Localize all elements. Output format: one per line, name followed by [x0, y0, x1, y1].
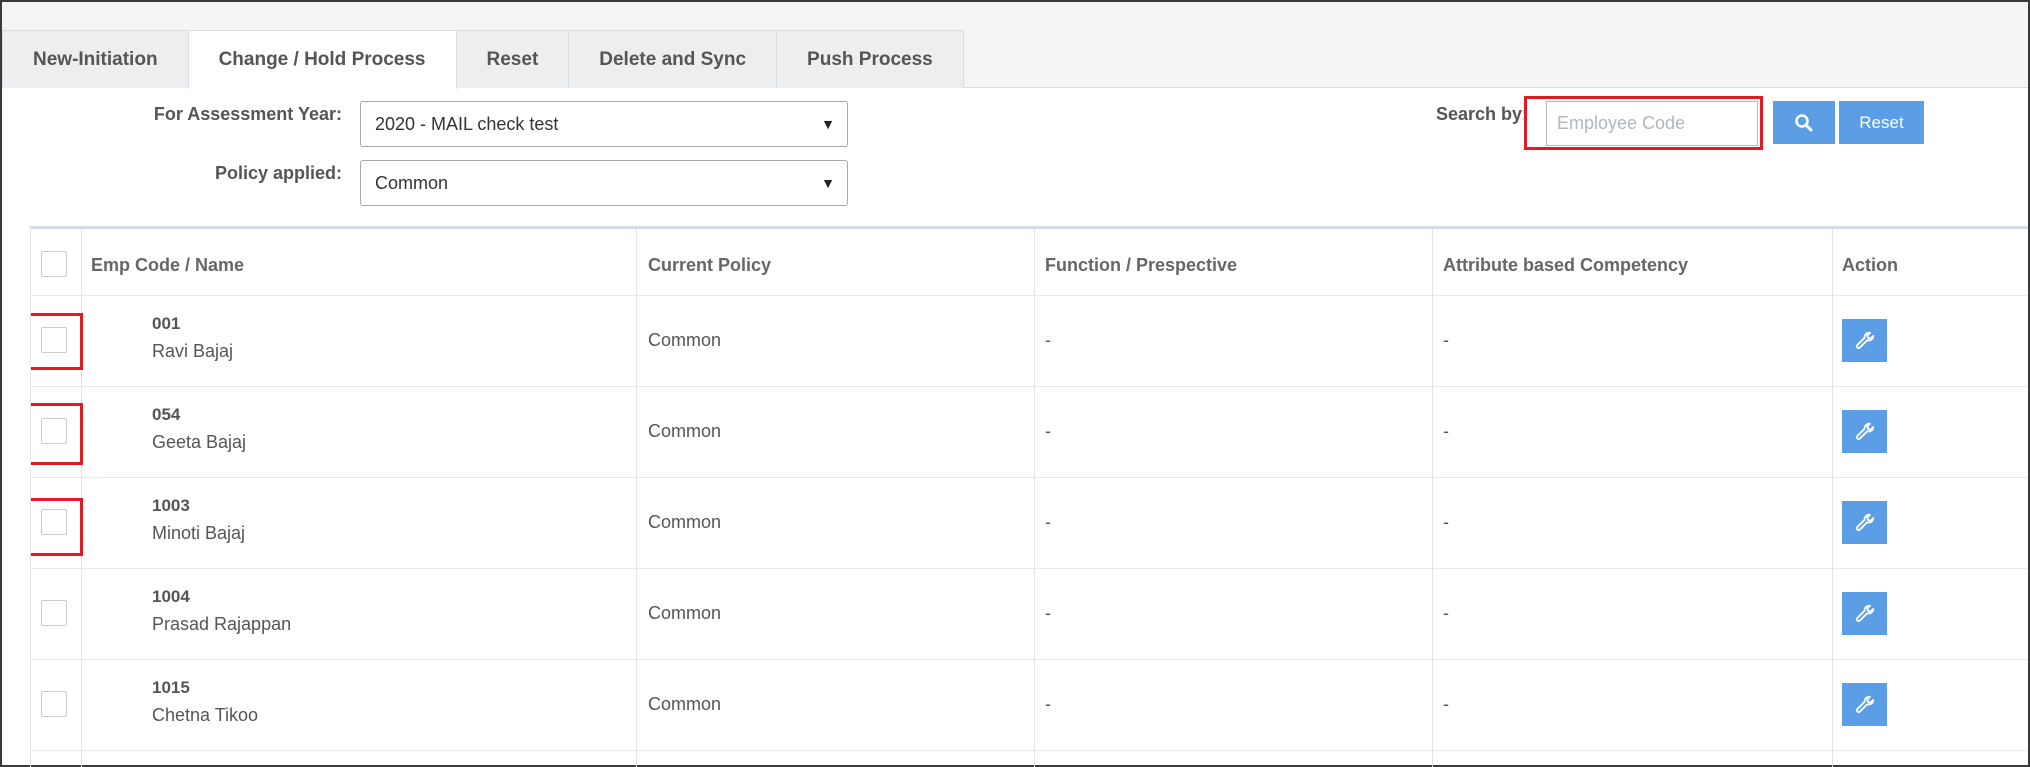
column-header-function-prespective: Function / Prespective — [1045, 255, 1238, 275]
function-prespective: - — [1045, 603, 1051, 623]
tab-new-initiation[interactable]: New-Initiation — [2, 30, 189, 88]
current-policy: Common — [648, 603, 722, 623]
function-prespective: - — [1045, 694, 1051, 714]
row-checkbox[interactable] — [41, 418, 67, 444]
row-action-button[interactable] — [1842, 683, 1887, 726]
row-action-button[interactable] — [1842, 501, 1887, 544]
emp-name: Geeta Bajaj — [152, 432, 247, 452]
column-header-current-policy: Current Policy — [648, 255, 772, 275]
attribute-competency: - — [1443, 330, 1449, 350]
current-policy: Common — [648, 512, 722, 532]
policy-applied-value: Common — [375, 172, 449, 193]
emp-code: 1004 — [152, 587, 190, 606]
reset-button[interactable]: Reset — [1839, 101, 1924, 144]
current-policy: Common — [648, 330, 722, 350]
column-header-attribute-competency: Attribute based Competency — [1443, 255, 1689, 275]
tab-change-hold-process[interactable]: Change / Hold Process — [187, 30, 457, 89]
row-checkbox[interactable] — [41, 691, 67, 717]
row-checkbox[interactable] — [41, 509, 67, 535]
search-button[interactable] — [1773, 101, 1835, 144]
column-header-emp-code-name: Emp Code / Name — [91, 255, 245, 275]
caret-down-icon: ▼ — [821, 175, 835, 191]
emp-code: 1003 — [152, 496, 190, 515]
row-action-button[interactable] — [1842, 410, 1887, 453]
attribute-competency: - — [1443, 421, 1449, 441]
row-action-button[interactable] — [1842, 592, 1887, 635]
employee-code-search-input[interactable] — [1546, 101, 1758, 146]
tab-reset[interactable]: Reset — [455, 30, 570, 88]
tab-bar: New-Initiation Change / Hold Process Res… — [2, 2, 2028, 89]
current-policy: Common — [648, 694, 722, 714]
employee-table: Emp Code / Name Current Policy Function … — [30, 226, 2028, 767]
emp-name: Ravi Bajaj — [152, 341, 234, 361]
emp-code: 1015 — [152, 678, 190, 697]
emp-code: 001 — [152, 314, 181, 333]
function-prespective: - — [1045, 512, 1051, 532]
row-checkbox[interactable] — [41, 327, 67, 353]
function-prespective: - — [1045, 330, 1051, 350]
wrench-icon — [1855, 695, 1874, 713]
row-action-button[interactable] — [1842, 319, 1887, 362]
wrench-icon — [1855, 331, 1874, 349]
policy-applied-select[interactable]: Common ▼ — [360, 160, 848, 206]
emp-code: 054 — [152, 405, 181, 424]
policy-applied-label: Policy applied: — [214, 163, 342, 183]
row-checkbox[interactable] — [41, 600, 67, 626]
column-header-action: Action — [1842, 255, 1898, 275]
attribute-competency: - — [1443, 603, 1449, 623]
tab-list: New-Initiation Change / Hold Process Res… — [2, 30, 964, 89]
caret-down-icon: ▼ — [821, 116, 835, 132]
assessment-year-select[interactable]: 2020 - MAIL check test ▼ — [360, 101, 848, 147]
emp-name: Minoti Bajaj — [152, 523, 246, 543]
current-policy: Common — [648, 421, 722, 441]
wrench-icon — [1855, 422, 1874, 440]
tab-delete-and-sync[interactable]: Delete and Sync — [568, 30, 778, 88]
attribute-competency: - — [1443, 512, 1449, 532]
attribute-competency: - — [1443, 694, 1449, 714]
assessment-year-label: For Assessment Year: — [153, 104, 342, 124]
app-frame: New-Initiation Change / Hold Process Res… — [0, 0, 2030, 767]
assessment-year-value: 2020 - MAIL check test — [375, 113, 559, 134]
select-all-checkbox[interactable] — [41, 251, 67, 277]
tab-push-process[interactable]: Push Process — [776, 30, 964, 88]
wrench-icon — [1855, 604, 1874, 622]
emp-name: Prasad Rajappan — [152, 614, 292, 634]
search-icon — [1795, 113, 1813, 131]
emp-name: Chetna Tikoo — [152, 705, 259, 725]
search-by-label: Search by: — [1435, 104, 1528, 124]
function-prespective: - — [1045, 421, 1051, 441]
wrench-icon — [1855, 513, 1874, 531]
